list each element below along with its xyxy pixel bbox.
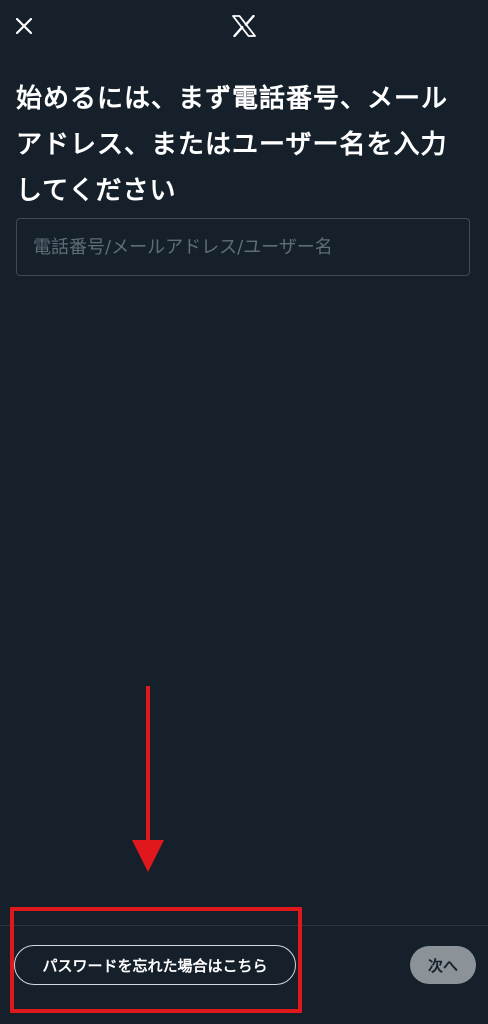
x-logo bbox=[228, 10, 260, 42]
x-logo-icon bbox=[232, 15, 256, 37]
page-title: 始めるには、まず電話番号、メールアドレス、またはユーザー名を入力してください bbox=[16, 84, 449, 206]
top-bar bbox=[0, 0, 488, 52]
forgot-password-button[interactable]: パスワードを忘れた場合はこちら bbox=[14, 945, 296, 985]
identifier-input[interactable] bbox=[17, 219, 469, 275]
close-button[interactable] bbox=[8, 10, 40, 42]
close-icon bbox=[15, 17, 33, 35]
arrow-down-icon bbox=[132, 686, 164, 872]
identifier-field[interactable] bbox=[16, 218, 470, 276]
next-button[interactable]: 次へ bbox=[410, 946, 476, 984]
